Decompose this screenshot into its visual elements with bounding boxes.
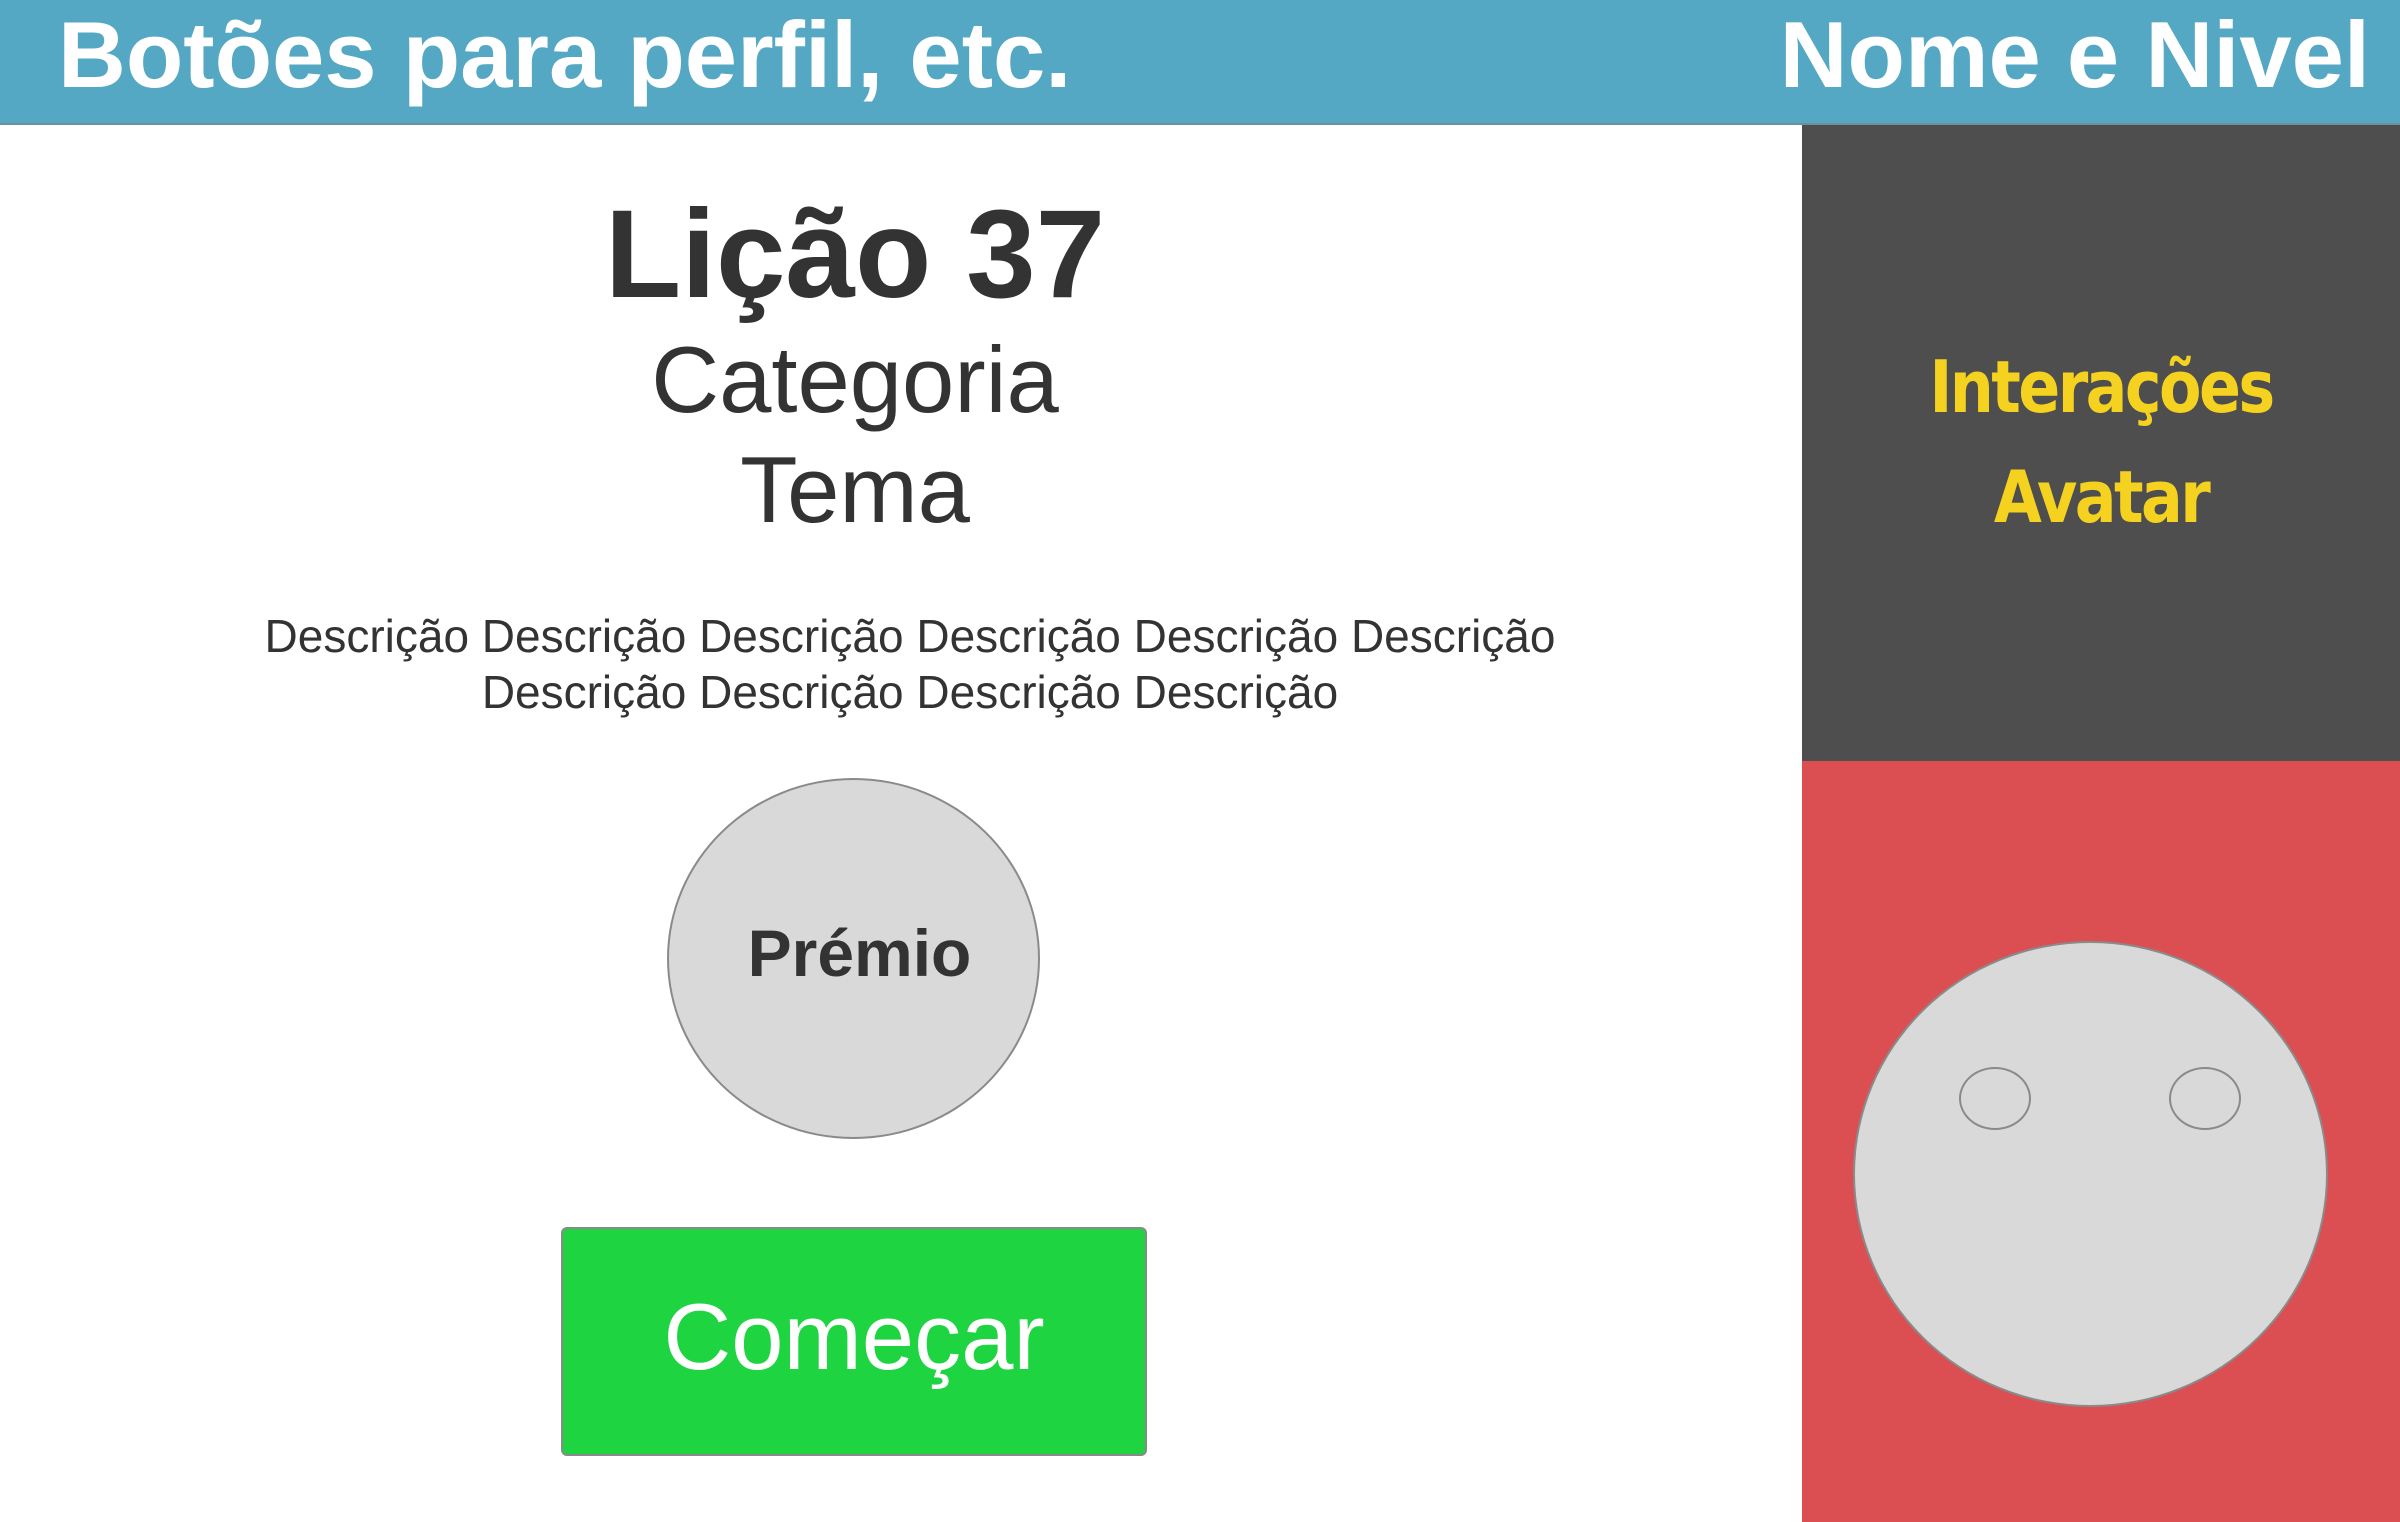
avatar-interactions-line1: Interações [1929,345,2275,429]
start-button[interactable]: Começar [561,1227,1147,1456]
lesson-description: Descrição Descrição Descrição Descrição … [264,610,1556,718]
lesson-category: Categoria [651,327,1059,432]
prize-label: Prémio [747,915,972,990]
avatar-right-eye [2169,1067,2241,1130]
avatar-face[interactable] [1853,941,2328,1407]
avatar-interactions-line2: Avatar [1993,455,2211,539]
lesson-main-area: Lição 37 Categoria Tema Descrição Descri… [0,125,1802,1522]
avatar-area [1802,761,2400,1522]
avatar-left-eye [1959,1067,2031,1130]
prize-badge: Prémio [667,778,1040,1139]
profile-buttons-placeholder[interactable]: Botões para perfil, etc. [58,0,1071,110]
avatar-interactions-panel[interactable]: Interações Avatar [1802,125,2400,761]
lesson-title: Lição 37 [604,185,1106,324]
start-button-label: Começar [663,1283,1045,1389]
avatar-interactions-label: Interações Avatar [1844,332,2358,552]
lesson-theme: Tema [740,437,970,542]
user-name-level: Nome e Nivel [1779,2,2370,107]
top-bar: Botões para perfil, etc. Nome e Nivel [0,0,2400,125]
